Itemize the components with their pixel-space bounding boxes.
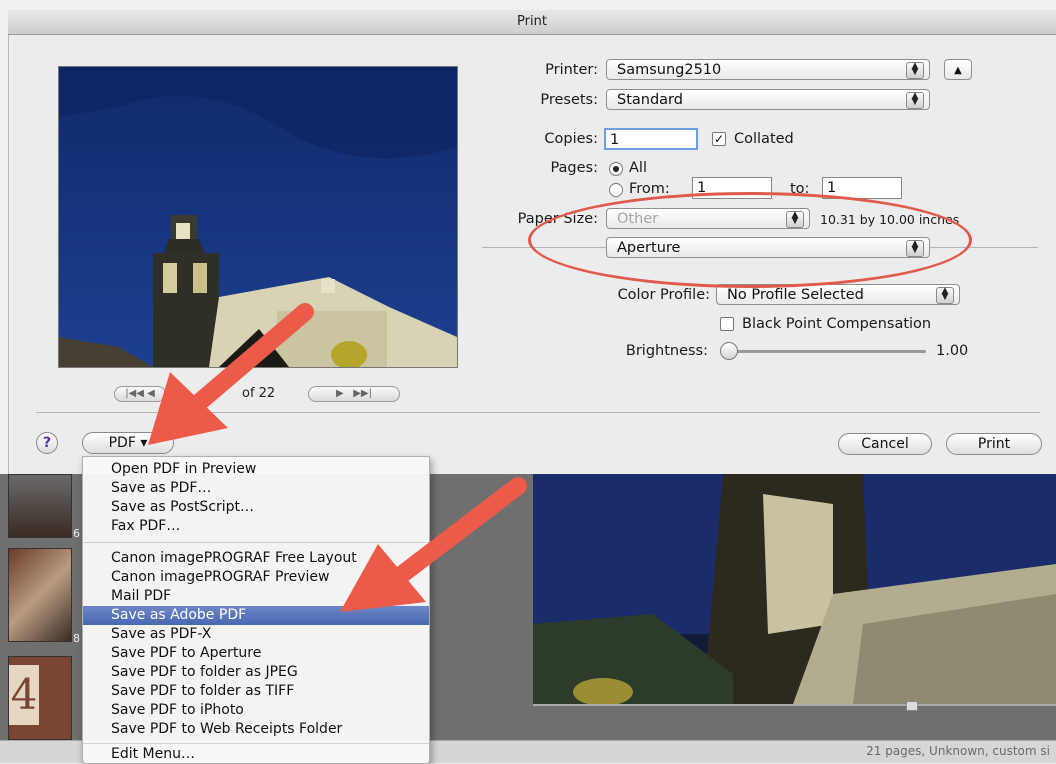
presets-value: Standard (617, 92, 683, 108)
pages-all-label: All (629, 160, 647, 176)
thumbnail[interactable] (8, 548, 72, 642)
pages-all-radio[interactable] (609, 162, 623, 176)
copies-label: Copies: (544, 131, 598, 147)
help-button[interactable]: ? (36, 432, 58, 454)
background-photo (533, 474, 1056, 704)
scrollbar-track[interactable] (533, 704, 1056, 706)
thumbnail[interactable]: 4 (8, 656, 72, 740)
presets-label: Presets: (540, 92, 598, 108)
menu-item[interactable]: Save PDF to Web Receipts Folder (83, 720, 429, 739)
thumbnail[interactable] (8, 474, 72, 538)
status-text: 21 pages, Unknown, custom si (866, 744, 1050, 758)
printer-value: Samsung2510 (617, 62, 722, 78)
menu-item[interactable]: Save PDF to iPhoto (83, 701, 429, 720)
print-button[interactable]: Print (946, 433, 1042, 455)
brightness-label: Brightness: (625, 343, 708, 359)
dialog-title: Print (517, 14, 547, 29)
presets-popup[interactable]: Standard ▲ ▼ (606, 89, 930, 110)
black-point-label: Black Point Compensation (742, 316, 932, 332)
annotation-arrow-icon (148, 303, 314, 445)
pages-from-label: From: (629, 181, 670, 197)
pages-from-radio[interactable] (609, 183, 623, 197)
cancel-button[interactable]: Cancel (838, 433, 932, 455)
annotation-arrow-icon (340, 477, 527, 612)
scroll-thumb[interactable] (906, 701, 918, 711)
color-profile-label: Color Profile: (617, 287, 710, 303)
thumbnail-number: 6 (73, 527, 80, 540)
color-profile-value: No Profile Selected (727, 287, 864, 303)
updown-arrows-icon: ▲ ▼ (906, 92, 924, 109)
updown-arrows-icon: ▲ ▼ (936, 287, 954, 304)
menu-item[interactable]: Save PDF to folder as JPEG (83, 663, 429, 682)
menu-item[interactable]: Edit Menu… (83, 745, 429, 764)
updown-arrows-icon: ▲ ▼ (906, 62, 924, 79)
menu-item[interactable]: Save PDF to folder as TIFF (83, 682, 429, 701)
printer-label: Printer: (545, 62, 598, 78)
black-point-checkbox[interactable] (720, 317, 734, 331)
menu-separator (83, 743, 429, 744)
annotation-ellipse (528, 192, 972, 288)
disclosure-button[interactable]: ▲ (944, 59, 972, 80)
brightness-value: 1.00 (936, 343, 969, 359)
collated-label: Collated (734, 131, 794, 147)
copies-input[interactable]: 1 (604, 128, 698, 150)
printer-popup[interactable]: Samsung2510 ▲ ▼ (606, 59, 930, 80)
brightness-slider-knob[interactable] (720, 342, 738, 360)
triangle-up-icon: ▲ (954, 65, 962, 76)
thumbnail-number: 8 (73, 632, 80, 645)
brightness-slider-track[interactable] (726, 350, 926, 353)
collated-checkbox[interactable]: ✓ (712, 132, 726, 146)
pages-label: Pages: (550, 160, 598, 176)
menu-item[interactable]: Save PDF to Aperture (83, 644, 429, 663)
next-last-page-button[interactable]: ▶ ▶▶| (308, 386, 400, 402)
menu-item[interactable]: Save as PDF-X (83, 625, 429, 644)
